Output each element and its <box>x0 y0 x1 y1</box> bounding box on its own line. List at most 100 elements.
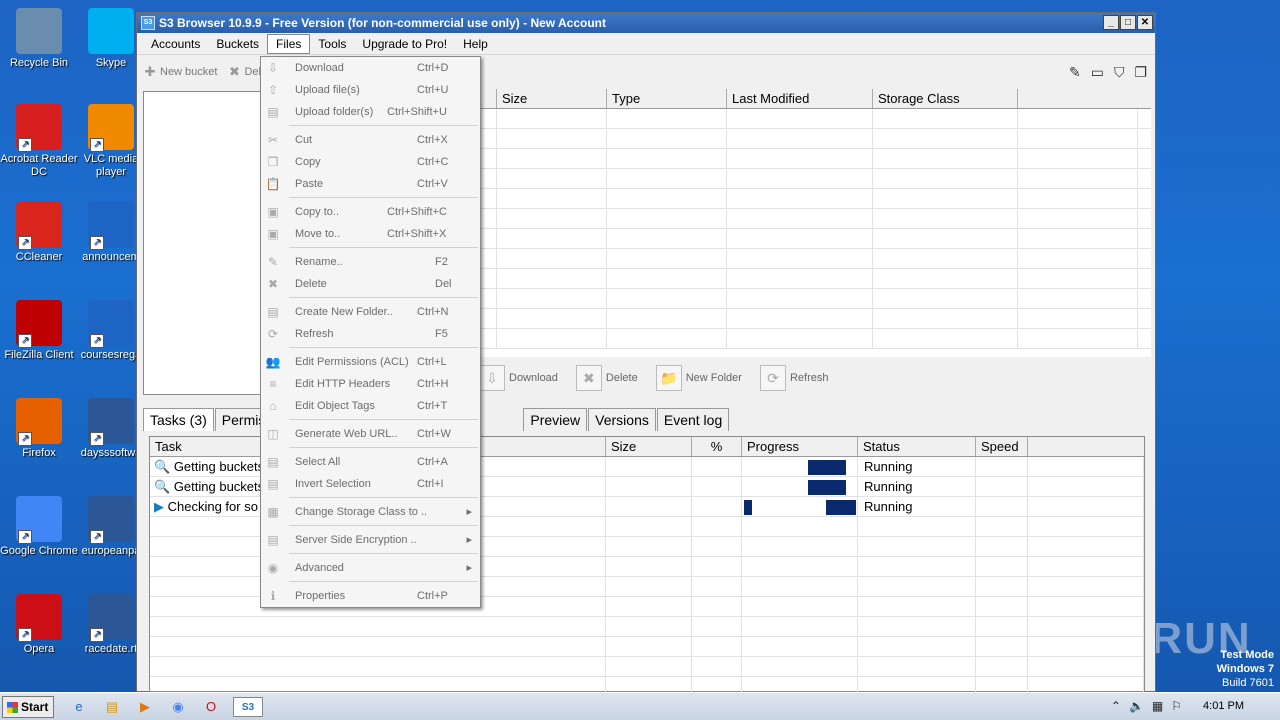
delete-bucket-button[interactable]: ✖ Del <box>227 65 261 79</box>
new-folder-icon: ▤ <box>267 305 279 319</box>
plus-icon: ✚ <box>144 64 156 79</box>
skype-icon <box>88 8 134 54</box>
file-row <box>467 209 1151 229</box>
desktop-icon[interactable]: ↗ Google Chrome <box>0 496 78 558</box>
column-header[interactable]: Storage Class <box>873 89 1018 108</box>
menu-accounts[interactable]: Accounts <box>143 35 208 53</box>
tag-icon: ⌂ <box>269 399 277 413</box>
task-status: Running <box>858 497 976 516</box>
delete-icon: ✖ <box>267 277 279 291</box>
menu-item-generate-web-url[interactable]: ◫ Generate Web URL.. Ctrl+W <box>261 423 480 445</box>
s3browser-icon[interactable]: S3 <box>233 697 263 717</box>
menu-item-rename[interactable]: ✎ Rename.. F2 <box>261 251 480 273</box>
progress-fill <box>744 500 752 515</box>
menu-item-upload-folder-s[interactable]: ▤ Upload folder(s) Ctrl+Shift+U <box>261 101 480 123</box>
column-header[interactable]: Type <box>607 89 727 108</box>
new-folder-button[interactable]: 📁 New Folder <box>655 365 742 391</box>
column-header[interactable]: Size <box>497 89 607 108</box>
menu-item-copy[interactable]: ❐ Copy Ctrl+C <box>261 151 480 173</box>
explorer-icon[interactable]: ▤ <box>101 697 123 717</box>
menu-item-create-new-folder[interactable]: ▤ Create New Folder.. Ctrl+N <box>261 301 480 323</box>
minimize-button[interactable]: _ <box>1103 15 1119 30</box>
flag-icon[interactable]: ⚐ <box>1171 699 1182 713</box>
panel-icon[interactable]: ▭ <box>1091 64 1104 81</box>
desktop-icon[interactable]: ↗ Opera <box>0 594 78 656</box>
task-column-header[interactable]: % <box>692 437 742 456</box>
desktop-icon[interactable]: ↗ Acrobat Reader DC <box>0 104 78 179</box>
menu-item-refresh[interactable]: ⟳ Refresh F5 <box>261 323 480 345</box>
search-icon: 🔍 <box>154 479 174 494</box>
play-icon: ▶ <box>154 499 168 514</box>
menu-buckets[interactable]: Buckets <box>208 35 267 53</box>
media-player-icon[interactable]: ▶ <box>134 697 156 717</box>
menu-item-cut[interactable]: ✂ Cut Ctrl+X <box>261 129 480 151</box>
delete-button[interactable]: ✖ Delete <box>575 365 638 391</box>
files-menu-dropdown: ⇩ Download Ctrl+D ⇧ Upload file(s) Ctrl+U ▤ Upl… <box>260 56 481 608</box>
bucket-list[interactable] <box>143 91 263 395</box>
filter-icon[interactable]: ⛉ <box>1114 64 1125 81</box>
ccleaner-icon: ↗ <box>16 202 62 250</box>
menu-item-server-side-encryption[interactable]: ▤ Server Side Encryption .. ▸ <box>261 529 480 551</box>
menu-upgrade-to-pro[interactable]: Upgrade to Pro! <box>354 35 455 53</box>
ie-icon[interactable]: e <box>68 697 90 717</box>
menu-item-copy-to[interactable]: ▣ Copy to.. Ctrl+Shift+C <box>261 201 480 223</box>
menu-tools[interactable]: Tools <box>310 35 354 53</box>
menu-item-upload-file-s[interactable]: ⇧ Upload file(s) Ctrl+U <box>261 79 480 101</box>
desktop-icon[interactable]: ↗ CCleaner <box>0 202 78 264</box>
menu-item-paste[interactable]: 📋 Paste Ctrl+V <box>261 173 480 195</box>
windows-icon[interactable]: ❐ <box>1134 64 1147 81</box>
opera-icon[interactable]: O <box>200 697 222 717</box>
download-icon: ⇩ <box>479 365 505 391</box>
menu-files[interactable]: Files <box>267 33 311 54</box>
menu-item-edit-object-tags[interactable]: ⌂ Edit Object Tags Ctrl+T <box>261 395 480 417</box>
menu-help[interactable]: Help <box>455 35 496 53</box>
menu-item-download[interactable]: ⇩ Download Ctrl+D <box>261 57 480 79</box>
desktop-icon-label: FileZilla Client <box>4 349 74 361</box>
desktop-icon[interactable]: ↗ FileZilla Client <box>0 300 78 362</box>
volume-icon[interactable]: 🔈 <box>1129 699 1144 713</box>
menu-item-select-all[interactable]: ▤ Select All Ctrl+A <box>261 451 480 473</box>
tab-event-log[interactable]: Event log <box>656 408 730 431</box>
tab-preview[interactable]: Preview <box>523 408 588 431</box>
menu-item-edit-permissions-acl[interactable]: 👥 Edit Permissions (ACL) Ctrl+L <box>261 351 480 373</box>
task-column-header[interactable]: Status <box>858 437 976 456</box>
task-column-header[interactable]: Size <box>606 437 692 456</box>
taskbar: Start e ▤ ▶ ◉ O S3 ⌃ 🔈 ▦ ⚐ 4:01 PM <box>0 692 1280 720</box>
refresh-button[interactable]: ⟳ Refresh <box>759 365 829 391</box>
desktop-icon-label: CCleaner <box>15 251 63 263</box>
download-button[interactable]: ⇩ Download <box>479 365 558 391</box>
task-column-header[interactable]: Speed <box>976 437 1028 456</box>
desktop-icon[interactable]: Recycle Bin <box>0 8 78 70</box>
new-bucket-button[interactable]: ✚ New bucket <box>143 64 218 79</box>
file-row <box>467 249 1151 269</box>
start-button[interactable]: Start <box>2 696 54 718</box>
storage-class-icon: ▦ <box>267 505 279 519</box>
tab-versions[interactable]: Versions <box>588 408 656 431</box>
tab-tasks[interactable]: Tasks (3) <box>143 408 214 431</box>
menu-item-move-to[interactable]: ▣ Move to.. Ctrl+Shift+X <box>261 223 480 245</box>
pencil-icon[interactable]: ✎ <box>1069 64 1081 81</box>
shortcut-arrow-icon: ↗ <box>90 236 104 250</box>
close-button[interactable]: ✕ <box>1137 15 1153 30</box>
delete-icon: ✖ <box>229 64 240 79</box>
shortcut-arrow-icon: ↗ <box>18 628 32 642</box>
shortcut-arrow-icon: ↗ <box>18 138 32 152</box>
menu-item-change-storage-class-to[interactable]: ▦ Change Storage Class to .. ▸ <box>261 501 480 523</box>
menu-item-advanced[interactable]: ◉ Advanced ▸ <box>261 557 480 579</box>
maximize-button[interactable]: □ <box>1120 15 1136 30</box>
desktop-icon[interactable]: ↗ Firefox <box>0 398 78 460</box>
column-header[interactable]: Last Modified <box>727 89 873 108</box>
task-column-header[interactable]: Progress <box>742 437 858 456</box>
chevron-up-icon[interactable]: ⌃ <box>1111 699 1121 713</box>
network-icon[interactable]: ▦ <box>1152 699 1163 713</box>
file-list[interactable]: Size Type Last Modified Storage Class <box>467 89 1151 357</box>
menu-item-properties[interactable]: ℹ Properties Ctrl+P <box>261 585 480 607</box>
menu-item-invert-selection[interactable]: ▤ Invert Selection Ctrl+I <box>261 473 480 495</box>
delete-icon: ✖ <box>575 365 602 391</box>
chrome-icon[interactable]: ◉ <box>167 697 189 717</box>
submenu-arrow-icon: ▸ <box>466 534 472 546</box>
clock[interactable]: 4:01 PM <box>1203 700 1244 712</box>
menu-item-delete[interactable]: ✖ Delete Del <box>261 273 480 295</box>
menu-item-edit-http-headers[interactable]: ≡ Edit HTTP Headers Ctrl+H <box>261 373 480 395</box>
title-bar[interactable]: S3 S3 Browser 10.9.9 - Free Version (for… <box>137 13 1155 33</box>
